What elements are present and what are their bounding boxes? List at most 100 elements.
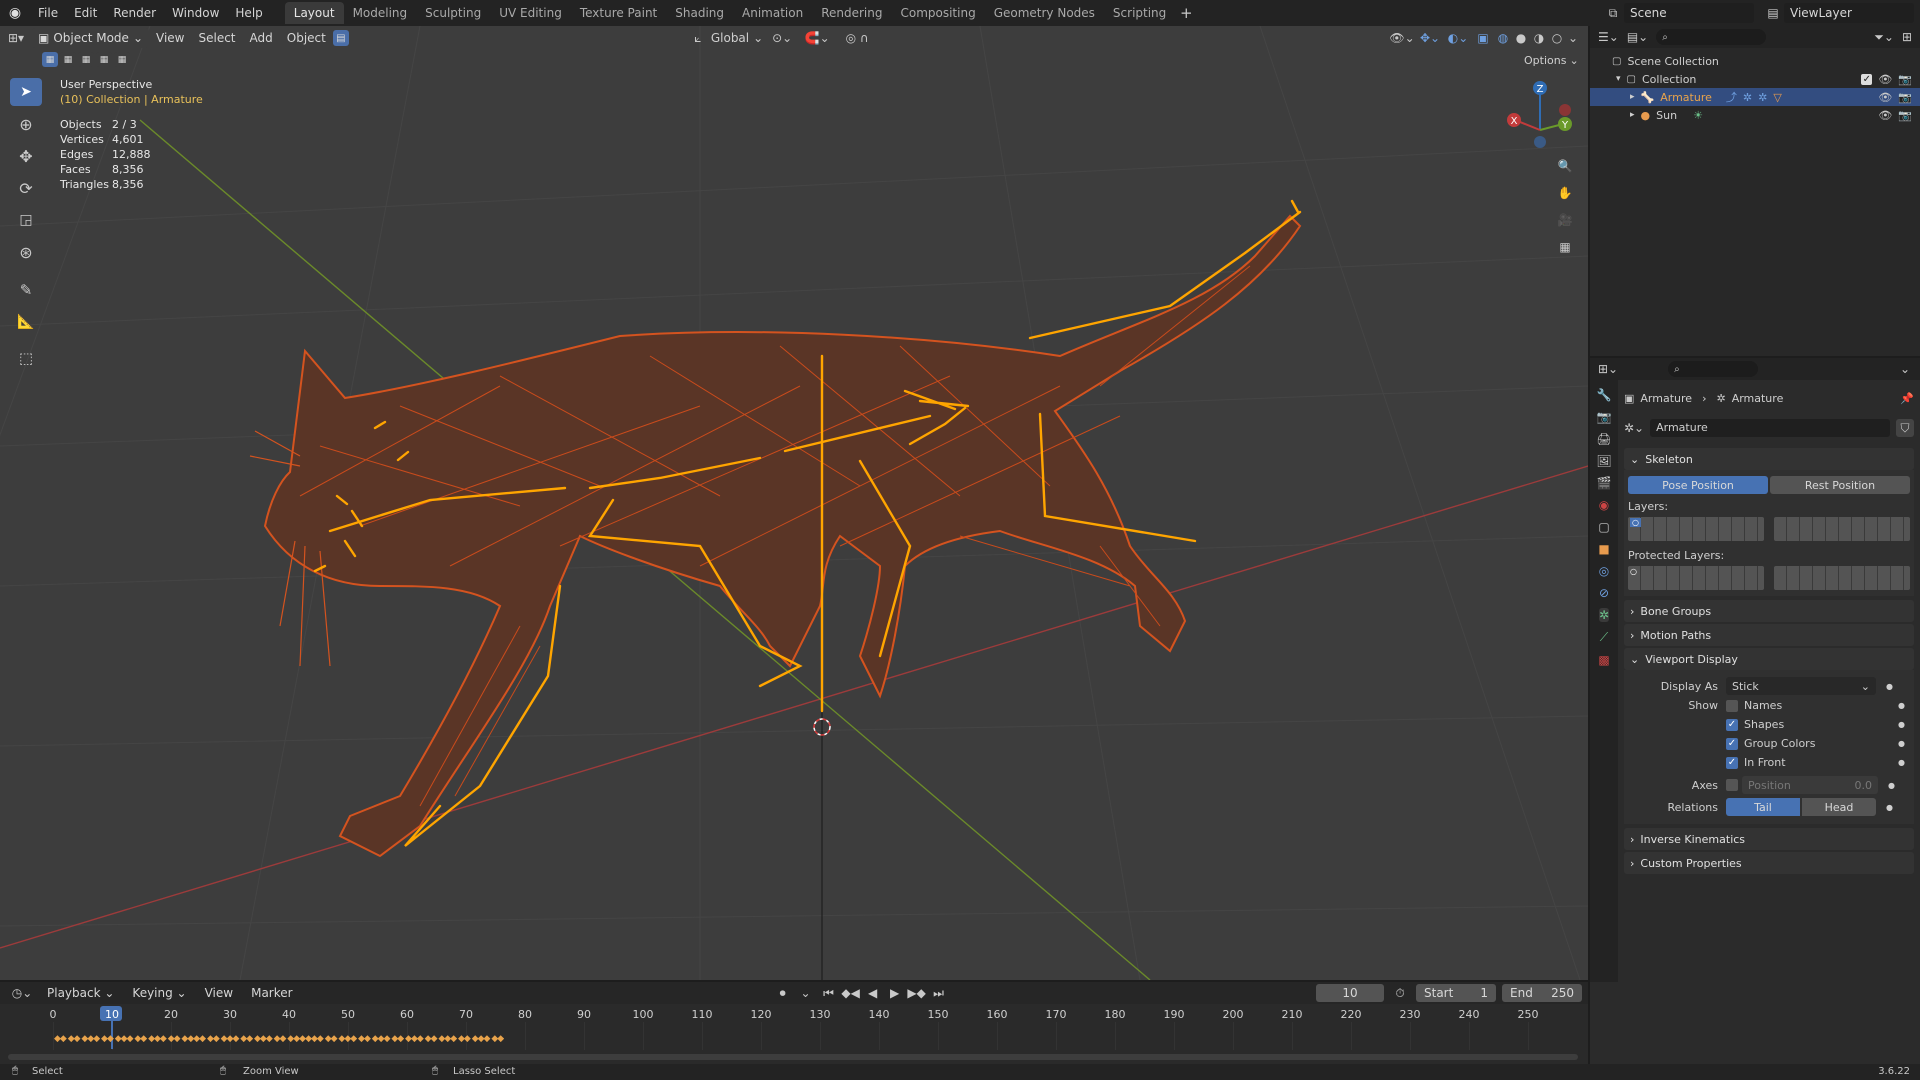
select-box-tool[interactable]: ➤ (10, 78, 42, 106)
transform-orientation-dropdown[interactable]: Global ⌄ (707, 31, 767, 45)
tab-rendering[interactable]: Rendering (812, 2, 891, 24)
transform-tool[interactable]: ⊛ (10, 238, 42, 266)
object-tab-icon[interactable]: ■ (1598, 542, 1609, 556)
overlays-toggle-icon[interactable]: ◐⌄ (1444, 31, 1472, 45)
menu-window[interactable]: Window (164, 0, 227, 26)
outliner-item-sun[interactable]: ▸ ● Sun ☀ 👁 📷 (1590, 106, 1920, 124)
layers-grid[interactable]: ○ (1628, 517, 1910, 541)
keyframe-dot-icon[interactable]: ● (1886, 682, 1893, 691)
keyframe-dot-icon[interactable]: ● (1898, 758, 1905, 767)
tab-uv-editing[interactable]: UV Editing (490, 2, 571, 24)
view-layer-selector[interactable]: ViewLayer (1784, 3, 1914, 23)
select-subtract-icon[interactable]: ▦ (78, 52, 94, 67)
output-tab-icon[interactable]: 🖨 (1596, 432, 1611, 446)
chevron-down-icon[interactable]: ⌄ (1900, 362, 1910, 376)
cursor-tool[interactable]: ⊕ (10, 110, 42, 138)
group-colors-checkbox[interactable]: ✓ (1726, 737, 1738, 750)
ortho-toggle-button[interactable]: ▦ (1553, 235, 1577, 259)
render-tab-icon[interactable]: 📷 (1597, 410, 1612, 424)
shield-icon[interactable]: ⛉ (1896, 419, 1914, 437)
menu-help[interactable]: Help (227, 0, 270, 26)
eye-icon[interactable]: 👁 (1878, 109, 1892, 122)
rotate-tool[interactable]: ⟳ (10, 174, 42, 202)
menu-edit[interactable]: Edit (66, 0, 105, 26)
menu-render[interactable]: Render (105, 0, 164, 26)
camera-icon[interactable]: 📷 (1898, 73, 1912, 86)
solid-shading-icon[interactable]: ● (1512, 31, 1530, 45)
editor-type-icon[interactable]: ⊞⌄ (1598, 362, 1618, 376)
protected-layers-grid[interactable]: ○ (1628, 566, 1910, 590)
annotate-tool[interactable]: ✎ (10, 276, 42, 304)
viewport-display-panel-header[interactable]: ⌄ Viewport Display (1624, 648, 1914, 670)
armature-data-tab-icon[interactable]: ✲ (1598, 608, 1610, 622)
outliner-search-input[interactable]: ⌕ (1656, 29, 1767, 45)
view-layer-tab-icon[interactable]: 🖼 (1596, 454, 1611, 468)
keyframe-dot-icon[interactable]: ● (1898, 720, 1905, 729)
xray-toggle-icon[interactable]: ▣ (1472, 31, 1494, 45)
tab-modeling[interactable]: Modeling (344, 2, 417, 24)
measure-tool[interactable]: 📐 (10, 308, 42, 336)
relations-head-button[interactable]: Head (1802, 798, 1876, 816)
motion-paths-panel-header[interactable]: › Motion Paths (1624, 624, 1914, 646)
scene-tab-icon[interactable]: 🎬 (1597, 476, 1612, 490)
rest-position-button[interactable]: Rest Position (1770, 476, 1910, 494)
filter-icon[interactable]: ⏷⌄ (1874, 30, 1894, 45)
bone-tab-icon[interactable]: ⟋ (1600, 630, 1608, 645)
gizmo-toggle-icon[interactable]: ✥⌄ (1416, 31, 1444, 45)
select-extend-icon[interactable]: ▦ (60, 52, 76, 67)
display-mode-icon[interactable]: ▤⌄ (1627, 30, 1648, 44)
view-layer-icon[interactable]: ▤ (1762, 6, 1784, 20)
tab-layout[interactable]: Layout (284, 2, 344, 24)
snap-icon[interactable]: 🧲⌄ (797, 31, 837, 45)
tab-texture-paint[interactable]: Texture Paint (571, 2, 666, 24)
rendered-shading-icon[interactable]: ○ (1548, 31, 1566, 45)
camera-view-button[interactable]: 🎥 (1553, 208, 1577, 232)
shapes-checkbox[interactable]: ✓ (1726, 718, 1738, 731)
timeline-scrollbar[interactable] (8, 1054, 1578, 1060)
blender-logo-icon[interactable]: ◉ (0, 0, 30, 26)
add-cube-tool[interactable]: ⬚ (10, 344, 42, 372)
scene-icon[interactable]: ⧉ (1602, 6, 1624, 21)
keyframe-dot-icon[interactable]: ● (1888, 781, 1895, 790)
modifier-tab-icon[interactable]: ◎ (1599, 564, 1609, 578)
camera-icon[interactable]: 📷 (1898, 109, 1912, 122)
skeleton-panel-header[interactable]: ⌄ Skeleton (1624, 448, 1914, 470)
pivot-icon[interactable]: ⊙⌄ (767, 31, 797, 45)
outliner-collection[interactable]: ▾ ▢ Collection ✓ 👁 📷 (1590, 70, 1920, 88)
navigation-gizmo[interactable]: Z Y X (1507, 81, 1572, 148)
select-new-icon[interactable]: ▦ (42, 52, 58, 67)
custom-properties-panel-header[interactable]: › Custom Properties (1624, 852, 1914, 874)
menu-select[interactable]: Select (191, 31, 242, 45)
collection-tab-icon[interactable]: ▢ (1598, 520, 1609, 534)
camera-icon[interactable]: 📷 (1898, 91, 1912, 104)
move-tool[interactable]: ✥ (10, 142, 42, 170)
names-checkbox[interactable] (1726, 699, 1738, 712)
scale-tool[interactable]: ◲ (10, 206, 42, 234)
menu-view[interactable]: View (149, 31, 191, 45)
relations-tail-button[interactable]: Tail (1726, 798, 1800, 816)
tab-sculpting[interactable]: Sculpting (416, 2, 490, 24)
pan-button[interactable]: ✋ (1553, 181, 1577, 205)
proportional-edit-icon[interactable]: ◎ ∩ (837, 31, 877, 45)
eye-icon[interactable]: 👁 (1878, 91, 1892, 104)
texture-tab-icon[interactable]: ▩ (1598, 653, 1609, 667)
3d-viewport[interactable]: Z Y X User Perspective (10) Collection |… (0, 26, 1588, 980)
tab-compositing[interactable]: Compositing (891, 2, 984, 24)
in-front-checkbox[interactable]: ✓ (1726, 756, 1738, 769)
tab-animation[interactable]: Animation (733, 2, 812, 24)
bone-groups-panel-header[interactable]: › Bone Groups (1624, 600, 1914, 622)
pin-icon[interactable]: 📌 (1900, 392, 1914, 405)
editor-type-icon[interactable]: ☰⌄ (1598, 30, 1619, 44)
shading-options-icon[interactable]: ⌄ (1566, 31, 1580, 45)
select-invert-icon[interactable]: ▦ (96, 52, 112, 67)
display-as-dropdown[interactable]: Stick ⌄ (1726, 677, 1876, 695)
select-intersect-icon[interactable]: ▦ (114, 52, 130, 67)
axes-checkbox[interactable] (1726, 779, 1738, 791)
tab-shading[interactable]: Shading (666, 2, 733, 24)
wireframe-shading-icon[interactable]: ◍ (1494, 31, 1512, 45)
collection-toggle-icon[interactable]: ▤ (332, 30, 349, 46)
axes-position-field[interactable]: Position 0.0 (1742, 776, 1878, 794)
tab-geometry-nodes[interactable]: Geometry Nodes (985, 2, 1104, 24)
pose-position-button[interactable]: Pose Position (1628, 476, 1768, 494)
menu-file[interactable]: File (30, 0, 66, 26)
